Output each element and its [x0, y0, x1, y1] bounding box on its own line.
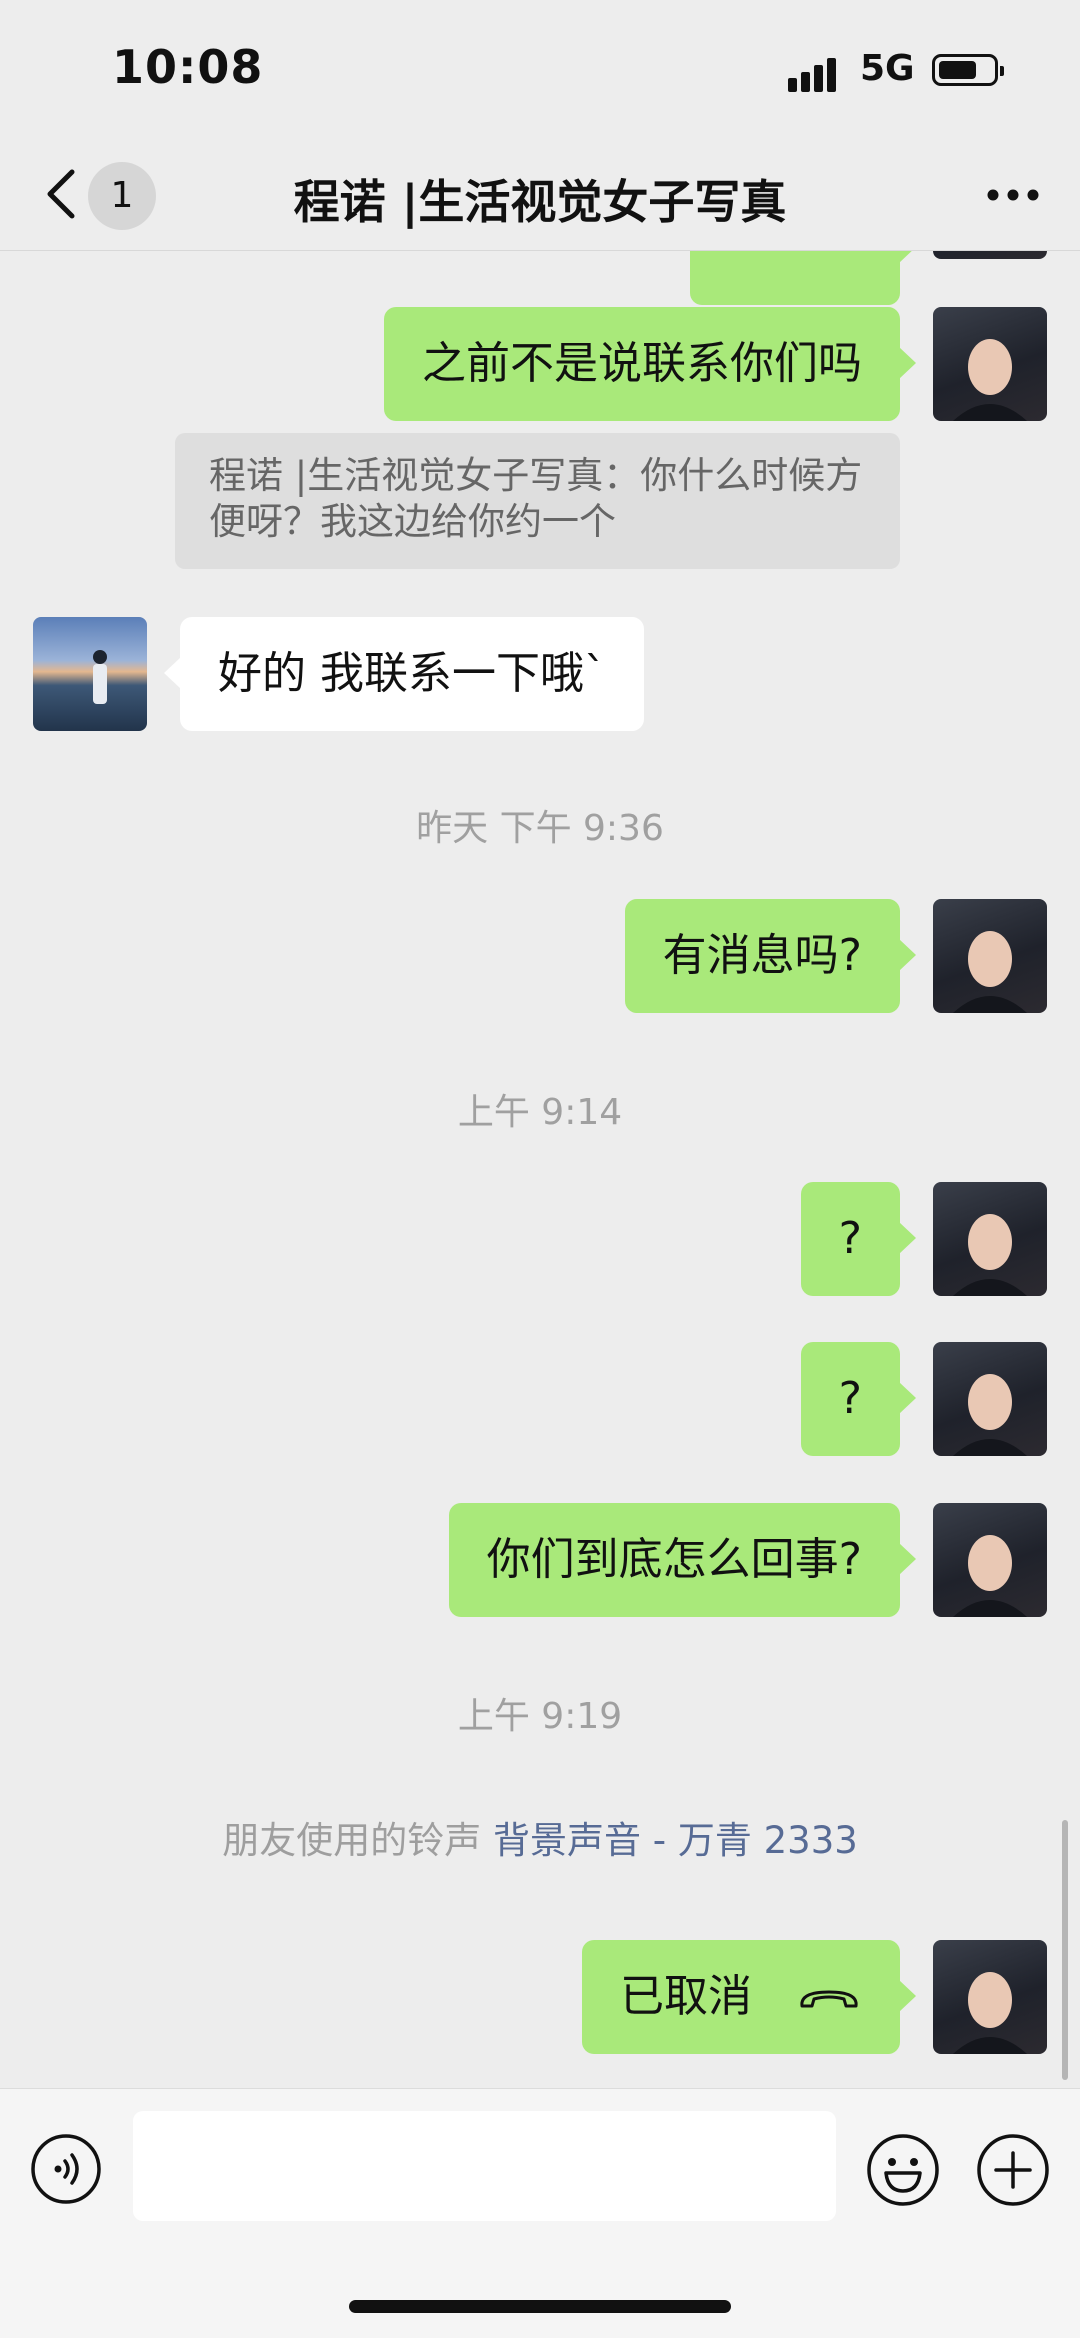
- network-type: 5G: [860, 48, 915, 89]
- timestamp: 昨天 下午 9:36: [416, 808, 664, 849]
- back-icon[interactable]: [42, 164, 82, 224]
- scrollbar[interactable]: [1062, 1820, 1068, 2080]
- signal-icon: [788, 52, 848, 92]
- status-bar: 10:08 5G: [0, 0, 1080, 140]
- ringtone-notice: 朋友使用的铃声 背景声音 - 万青 2333: [0, 1810, 1080, 1864]
- my-avatar[interactable]: [933, 1342, 1047, 1456]
- quoted-message[interactable]: 程诺 |生活视觉女子写真：你什么时候方便呀？我这边给你约一个: [175, 433, 900, 569]
- message-bubble-partial[interactable]: [690, 251, 916, 305]
- my-avatar[interactable]: [933, 251, 1047, 259]
- my-avatar[interactable]: [933, 1503, 1047, 1617]
- message-bubble[interactable]: ?: [800, 1342, 917, 1456]
- timestamp: 上午 9:14: [457, 1092, 623, 1133]
- ringtone-song-link[interactable]: 背景声音 - 万青 2333: [493, 1819, 858, 1862]
- timestamp: 上午 9:19: [457, 1696, 623, 1737]
- status-time: 10:08: [112, 40, 264, 94]
- message-bubble[interactable]: 有消息吗?: [624, 899, 917, 1013]
- ringtone-label: 朋友使用的铃声: [222, 1819, 482, 1862]
- chat-header: 1 程诺 |生活视觉女子写真: [0, 140, 1080, 251]
- hangup-icon: [800, 1990, 858, 2008]
- my-avatar[interactable]: [933, 899, 1047, 1013]
- message-bubble[interactable]: ?: [800, 1182, 917, 1296]
- home-indicator[interactable]: [349, 2300, 731, 2313]
- unread-badge[interactable]: 1: [88, 162, 156, 230]
- plus-icon[interactable]: [976, 2133, 1050, 2207]
- chat-title: 程诺 |生活视觉女子写真: [293, 175, 787, 229]
- call-status-text: 已取消: [620, 1971, 752, 2022]
- my-avatar[interactable]: [933, 307, 1047, 421]
- battery-icon: [932, 54, 1004, 86]
- message-bubble[interactable]: 你们到底怎么回事?: [448, 1503, 917, 1617]
- voice-icon[interactable]: [30, 2133, 102, 2205]
- call-message-bubble[interactable]: 已取消: [582, 1940, 916, 2054]
- my-avatar[interactable]: [933, 1182, 1047, 1296]
- message-bubble[interactable]: 之前不是说联系你们吗: [384, 307, 916, 421]
- emoji-icon[interactable]: [866, 2133, 940, 2207]
- more-icon[interactable]: [986, 188, 1040, 202]
- message-list[interactable]: 之前不是说联系你们吗 程诺 |生活视觉女子写真：你什么时候方便呀？我这边给你约一…: [0, 251, 1080, 2087]
- message-input[interactable]: [133, 2111, 836, 2221]
- contact-avatar[interactable]: [33, 617, 147, 731]
- message-bubble[interactable]: 好的 我联系一下哦`: [164, 617, 644, 731]
- my-avatar[interactable]: [933, 1940, 1047, 2054]
